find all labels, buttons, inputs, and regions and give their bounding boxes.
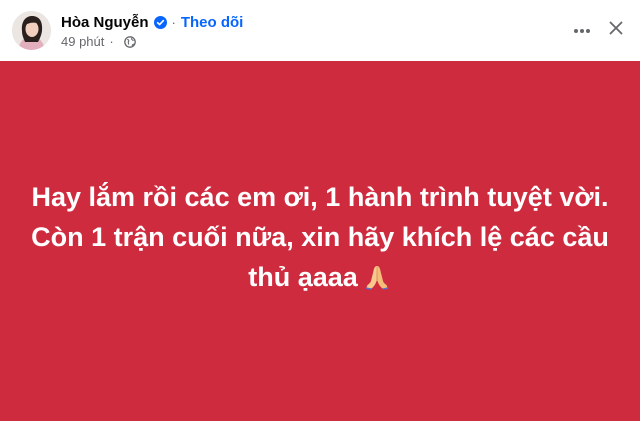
separator: ·	[171, 14, 176, 30]
post-text-line: Hay lắm rồi các em ơi, 1 hành trình tuyệ…	[31, 182, 609, 212]
close-icon	[609, 21, 623, 40]
follow-button[interactable]: Theo dõi	[181, 14, 244, 31]
post-meta: 49 phút ·	[61, 33, 136, 49]
timestamp[interactable]: 49 phút	[61, 34, 104, 49]
globe-icon[interactable]	[123, 35, 136, 48]
post-text-line: Còn 1 trận cuối nữa, xin hãy khích lệ cá…	[31, 222, 609, 252]
close-button[interactable]	[600, 14, 632, 46]
verified-badge-icon	[153, 15, 167, 29]
post-header: Hòa Nguyễn · Theo dõi 49 phút ·	[0, 0, 640, 60]
post-background: Hay lắm rồi các em ơi, 1 hành trình tuyệ…	[0, 61, 640, 421]
more-options-icon	[573, 21, 591, 39]
post-text-line: thủ ạaaa	[248, 262, 358, 292]
avatar[interactable]	[12, 11, 51, 50]
author-row: Hòa Nguyễn · Theo dõi	[61, 12, 243, 32]
post-text: Hay lắm rồi các em ơi, 1 hành trình tuyệ…	[20, 177, 620, 297]
author-name[interactable]: Hòa Nguyễn	[61, 14, 149, 31]
folded-hands-icon	[362, 261, 392, 290]
post-text-line-last: thủ ạaaa	[20, 257, 620, 297]
more-options-button[interactable]	[566, 16, 598, 44]
meta-separator: ·	[109, 33, 114, 49]
